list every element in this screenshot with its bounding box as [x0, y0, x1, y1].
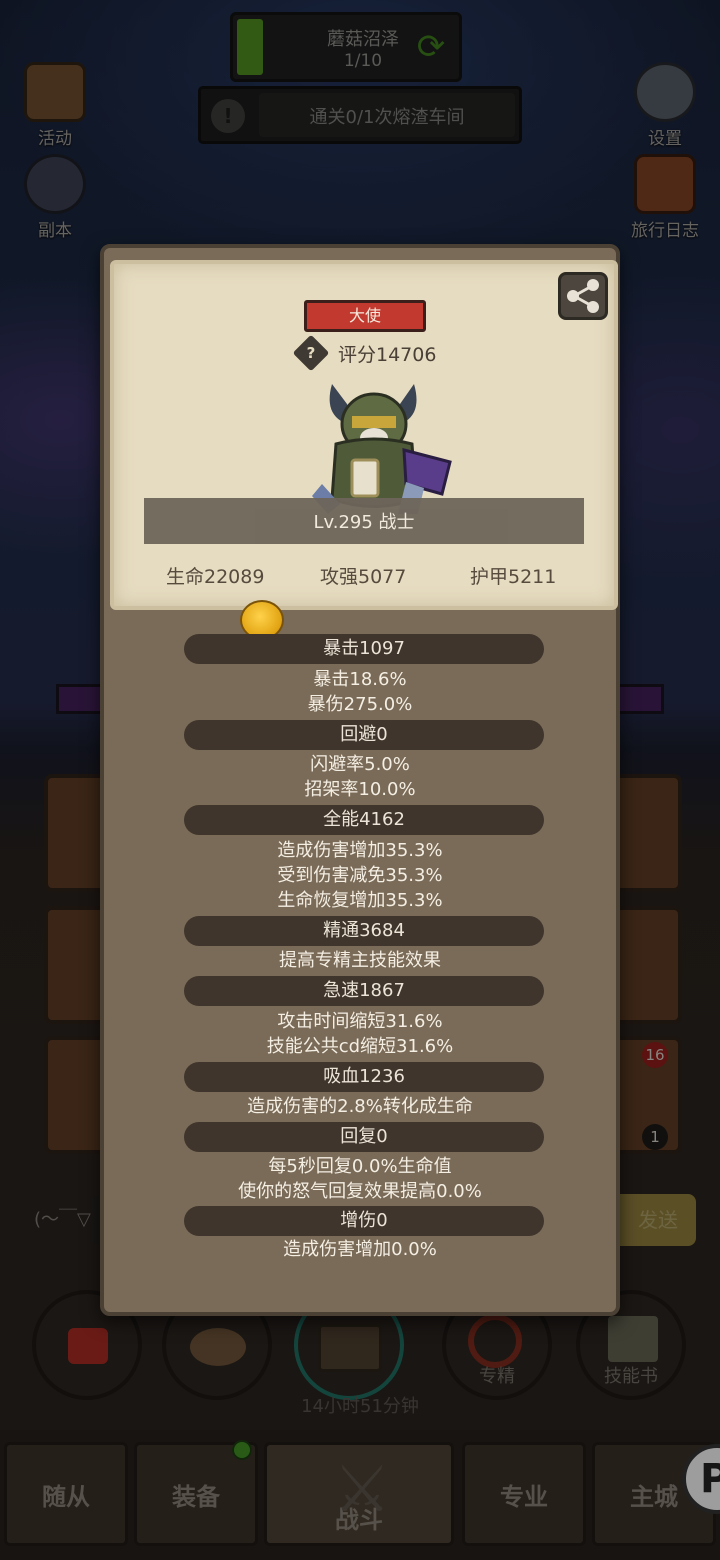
armor-stat: 护甲5211 — [470, 566, 557, 588]
stat-line: 暴伤275.0% — [307, 694, 413, 715]
character-stats-panel: 大使 ? 评分14706 Lv.295 战士 生命22089 攻强5077 护甲… — [100, 244, 620, 1316]
stat-line: 造成伤害增加0.0% — [283, 1239, 437, 1260]
stat-line: 生命恢复增加35.3% — [277, 890, 443, 911]
stat-line: 闪避率5.0% — [310, 754, 410, 775]
stat-header-versatility: 全能4162 — [184, 805, 544, 835]
stat-header-regen: 回复0 — [184, 1122, 544, 1152]
level-class-banner: Lv.295 战士 — [144, 498, 584, 544]
hp-stat: 生命22089 — [166, 566, 265, 588]
stat-line: 攻击时间缩短31.6% — [277, 1011, 443, 1032]
stat-line: 暴击18.6% — [313, 669, 407, 690]
title-badge: 大使 — [304, 300, 426, 332]
share-button[interactable] — [558, 272, 608, 320]
stat-line: 提高专精主技能效果 — [279, 950, 441, 971]
stat-header-avoidance: 回避0 — [184, 720, 544, 750]
stat-header-haste: 急速1867 — [184, 976, 544, 1006]
stat-line: 使你的怒气回复效果提高0.0% — [238, 1181, 482, 1202]
stat-header-crit: 暴击1097 — [184, 634, 544, 664]
stat-header-mastery: 精通3684 — [184, 916, 544, 946]
stat-header-leech: 吸血1236 — [184, 1062, 544, 1092]
share-icon — [567, 279, 599, 313]
level-class-text: Lv.295 战士 — [313, 512, 415, 533]
score-text: 评分14706 — [338, 344, 437, 366]
stat-line: 招架率10.0% — [304, 779, 416, 800]
stat-line: 技能公共cd缩短31.6% — [266, 1036, 454, 1057]
stat-line: 每5秒回复0.0%生命值 — [268, 1156, 452, 1177]
stat-header-damage-bonus: 增伤0 — [184, 1206, 544, 1236]
stat-line: 造成伤害的2.8%转化成生命 — [247, 1096, 473, 1117]
stat-line: 受到伤害减免35.3% — [277, 865, 443, 886]
attack-power-stat: 攻强5077 — [320, 566, 407, 588]
stat-line: 造成伤害增加35.3% — [277, 840, 443, 861]
character-card: 大使 ? 评分14706 Lv.295 战士 生命22089 攻强5077 护甲… — [110, 260, 618, 610]
